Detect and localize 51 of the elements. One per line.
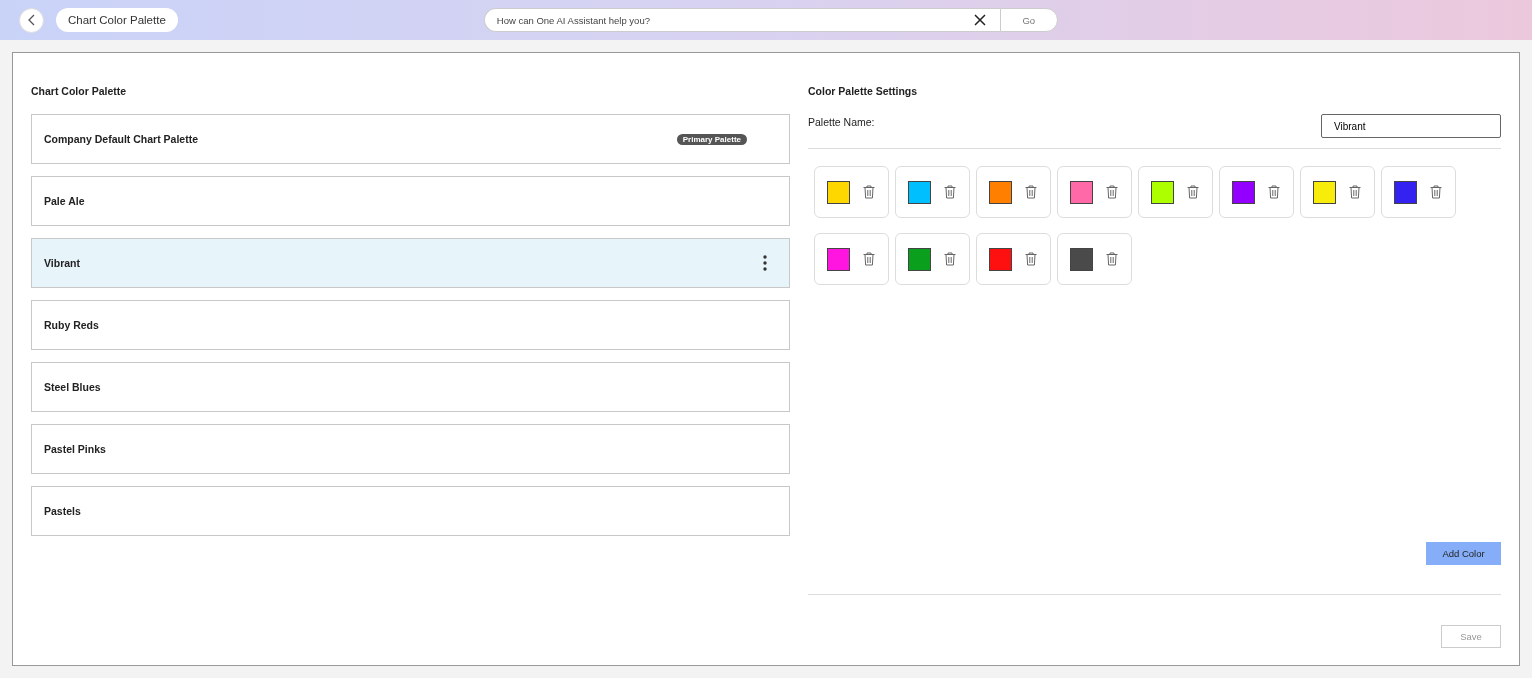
color-swatch[interactable] [827,180,850,204]
color-swatch[interactable] [908,180,931,204]
color-swatch[interactable] [827,247,850,271]
palette-name: Pastel Pinks [44,443,107,455]
palette-item[interactable]: Pastels [31,486,790,536]
delete-icon[interactable] [944,252,956,266]
color-swatch[interactable] [1394,180,1417,204]
section-title: Color Palette Settings [808,85,919,99]
palette-item[interactable]: Company Default Chart Palette Primary Palette [31,114,790,164]
palette-name: Vibrant [44,257,81,269]
back-icon [26,14,37,26]
delete-icon[interactable] [1430,185,1442,199]
go-button[interactable]: Go [999,8,1058,32]
color-swatch[interactable] [908,247,931,271]
color-swatch[interactable] [989,247,1012,271]
close-button[interactable] [959,8,1000,32]
search-field[interactable]: How can One AI Assistant help you? [483,8,960,32]
page-title: Chart Color Palette [56,8,178,32]
palette-name: Pastels [44,505,82,517]
delete-icon[interactable] [1025,185,1037,199]
more-icon[interactable] [763,255,767,271]
delete-icon[interactable] [1025,252,1037,266]
delete-icon[interactable] [863,185,875,199]
delete-icon[interactable] [1349,185,1361,199]
palette-item[interactable]: Vibrant [31,238,790,288]
delete-icon[interactable] [1106,252,1118,266]
primary-badge: Primary Palette [676,133,747,145]
color-swatch[interactable] [1313,180,1336,204]
color-swatch[interactable] [1070,180,1093,204]
palette-item[interactable]: Ruby Reds [31,300,790,350]
color-swatch[interactable] [1151,180,1174,204]
delete-icon[interactable] [1187,185,1199,199]
palette-name-field[interactable]: Vibrant [1321,114,1501,138]
close-icon [973,14,986,26]
palette-name: Steel Blues [44,381,102,393]
color-swatch[interactable] [989,180,1012,204]
color-swatch[interactable] [1232,180,1255,204]
palette-item[interactable]: Pale Ale [31,176,790,226]
palette-item[interactable]: Pastel Pinks [31,424,790,474]
color-swatch[interactable] [1070,247,1093,271]
palette-name: Pale Ale [44,195,86,207]
delete-icon[interactable] [1106,185,1118,199]
add-color-button[interactable]: Add Color [1426,542,1501,565]
delete-icon[interactable] [863,252,875,266]
delete-icon[interactable] [1268,185,1280,199]
section-title: Chart Color Palette [31,85,128,99]
field-label: Palette Name: [808,116,875,128]
palette-name: Company Default Chart Palette [44,133,200,145]
delete-icon[interactable] [944,185,956,199]
palette-name: Ruby Reds [44,319,100,331]
palette-item[interactable]: Steel Blues [31,362,790,412]
